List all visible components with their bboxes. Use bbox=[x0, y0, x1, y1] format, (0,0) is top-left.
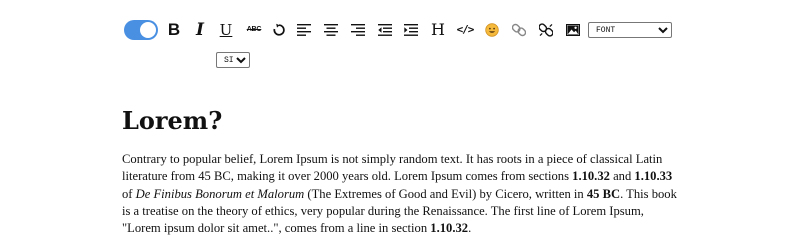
indent-icon bbox=[404, 24, 418, 36]
para-bold-text: 1.10.32 bbox=[430, 221, 469, 236]
image-button[interactable] bbox=[561, 18, 585, 42]
align-left-button[interactable] bbox=[292, 18, 316, 42]
indent-button[interactable] bbox=[399, 18, 423, 42]
outdent-button[interactable] bbox=[373, 18, 397, 42]
font-select[interactable]: FONT bbox=[588, 22, 672, 38]
link-button[interactable] bbox=[507, 18, 531, 42]
para-text: and bbox=[609, 169, 635, 184]
align-center-button[interactable] bbox=[319, 18, 343, 42]
underline-button[interactable]: U bbox=[214, 18, 238, 42]
emoji-button[interactable] bbox=[480, 18, 504, 42]
code-button[interactable]: </> bbox=[453, 18, 477, 42]
align-center-icon bbox=[324, 24, 338, 36]
italic-icon: I bbox=[196, 20, 204, 40]
size-select[interactable]: SIZE bbox=[216, 52, 250, 68]
strikethrough-button[interactable]: ABC bbox=[242, 18, 266, 42]
strikethrough-icon: ABC bbox=[246, 26, 262, 33]
heading-button[interactable]: H bbox=[426, 18, 450, 42]
editor-content[interactable]: Lorem? Contrary to popular belief, Lorem… bbox=[122, 103, 682, 237]
para-text: (The Extremes of Good and Evil) by Cicer… bbox=[304, 186, 587, 201]
unlink-button[interactable] bbox=[534, 18, 558, 42]
italic-button[interactable]: I bbox=[188, 18, 212, 42]
outdent-icon bbox=[378, 24, 392, 36]
link-icon bbox=[512, 23, 526, 37]
para-bold-text: 45 BC bbox=[586, 186, 621, 201]
undo-button[interactable] bbox=[267, 18, 291, 42]
undo-icon bbox=[273, 23, 285, 36]
heading-icon: H bbox=[431, 20, 445, 39]
document-paragraph: Contrary to popular belief, Lorem Ipsum … bbox=[122, 151, 682, 237]
bold-button[interactable]: B bbox=[162, 18, 186, 42]
para-text: of bbox=[122, 186, 136, 201]
align-left-icon bbox=[297, 24, 311, 36]
code-icon: </> bbox=[456, 23, 475, 36]
bold-icon: B bbox=[167, 20, 181, 39]
para-bold-text: 1.10.33 bbox=[634, 169, 673, 184]
document-title: Lorem? bbox=[122, 106, 223, 135]
toggle-knob bbox=[140, 22, 156, 38]
editor-toolbar: B I U ABC H </> FONT SIZE bbox=[124, 18, 684, 68]
underline-icon: U bbox=[219, 21, 233, 39]
image-icon bbox=[566, 24, 580, 36]
align-right-button[interactable] bbox=[346, 18, 370, 42]
para-italic-text: De Finibus Bonorum et Malorum bbox=[135, 186, 305, 201]
unlink-icon bbox=[539, 23, 553, 37]
align-right-icon bbox=[351, 24, 365, 36]
para-text: . bbox=[468, 221, 472, 236]
editor-toggle-switch[interactable] bbox=[124, 20, 158, 40]
para-bold-text: 1.10.32 bbox=[572, 169, 610, 184]
emoji-icon bbox=[485, 23, 499, 37]
